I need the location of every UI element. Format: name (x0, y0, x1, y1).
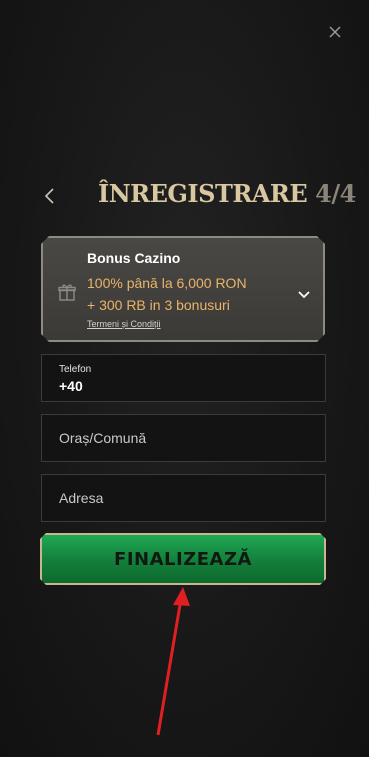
annotation-arrow (156, 587, 190, 736)
phone-field[interactable]: Telefon +40 (41, 354, 326, 402)
page-title: ÎNREGISTRARE 4/4 (98, 179, 356, 208)
bonus-offer-line-1: 100% până la 6,000 RON (87, 275, 247, 291)
address-input[interactable] (42, 475, 325, 521)
gift-icon (58, 283, 76, 301)
phone-label: Telefon (59, 364, 92, 375)
registration-modal: ÎNREGISTRARE 4/4 Bonus Cazino 100% până l… (0, 0, 369, 757)
chevron-down-icon[interactable] (297, 285, 311, 295)
phone-prefix[interactable]: +40 (59, 378, 83, 394)
city-input[interactable] (42, 415, 325, 461)
step-indicator: 4/4 (315, 179, 356, 208)
terms-link[interactable]: Termeni și Condiții (87, 319, 161, 329)
address-field[interactable] (41, 474, 326, 522)
city-field[interactable] (41, 414, 326, 462)
chevron-left-icon[interactable] (40, 186, 60, 206)
bonus-selector[interactable]: Bonus Cazino 100% până la 6,000 RON + 30… (41, 236, 325, 342)
finalize-button[interactable]: FINALIZEAZĂ (40, 533, 326, 585)
title-text: ÎNREGISTRARE (98, 179, 308, 208)
bonus-title: Bonus Cazino (87, 250, 181, 266)
registration-header: ÎNREGISTRARE 4/4 (0, 176, 369, 216)
close-icon[interactable] (327, 24, 343, 40)
bonus-offer-line-2: + 300 RB in 3 bonusuri (87, 297, 230, 313)
finalize-button-label: FINALIZEAZĂ (114, 548, 252, 570)
